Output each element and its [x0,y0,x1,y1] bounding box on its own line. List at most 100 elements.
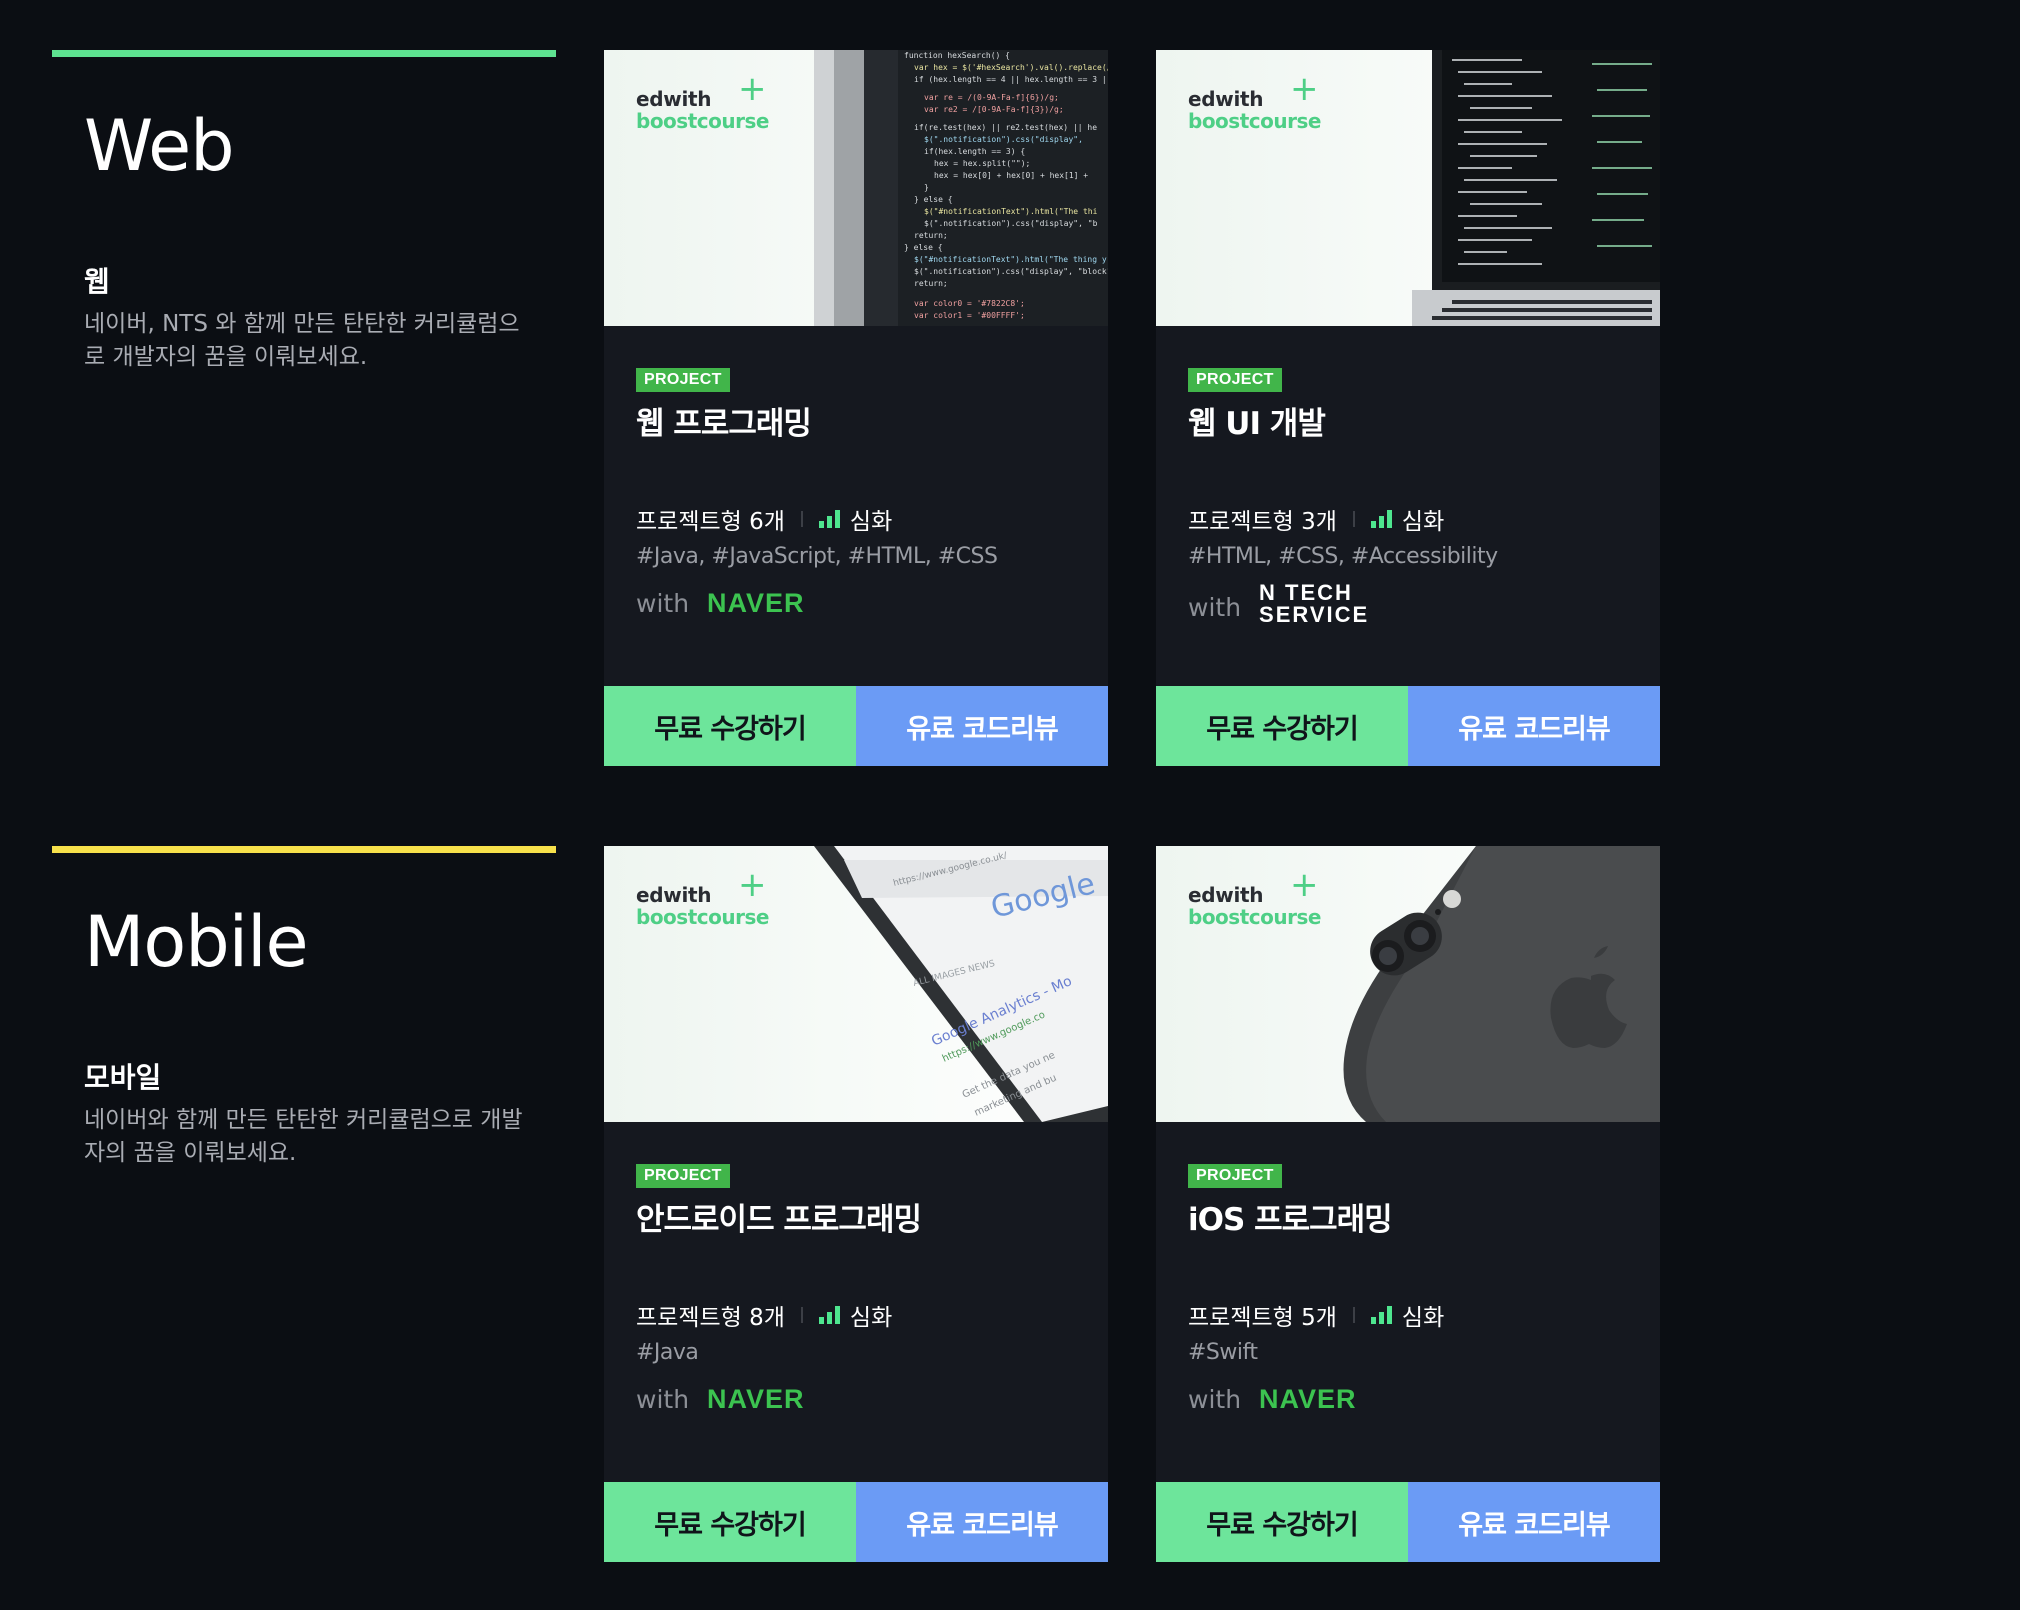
svg-text:$(".notification").css("displa: $(".notification").css("display", [924,135,1083,144]
svg-text:if (hex.length == 4 || hex.len: if (hex.length == 4 || hex.length == 3 |… [914,75,1108,84]
course-card-web-programming[interactable]: function hexSearch() { var hex = $('#hex… [604,50,1108,766]
with-label: with [636,1385,690,1414]
course-actions: 무료 수강하기 유료 코드리뷰 [1156,1482,1660,1562]
svg-text:var hex = $('#hexSearch').val(: var hex = $('#hexSearch').val().replace(… [914,63,1108,72]
section-subtitle: 웹 [84,265,110,298]
project-count: 프로젝트형 6개 [636,509,785,535]
free-enroll-button[interactable]: 무료 수강하기 [1156,686,1408,766]
plus-icon: + [738,69,767,109]
course-title[interactable]: iOS 프로그래밍 [1188,1194,1393,1239]
project-count: 프로젝트형 5개 [1188,1305,1337,1331]
section-mobile: Mobile 모바일 네이버와 함께 만든 탄탄한 커리큘럼으로 개발자의 꿈을… [0,846,2020,1562]
laptop-image [1412,50,1660,326]
course-tags: #Swift [1188,1340,1258,1365]
course-thumbnail[interactable]: edwith boostcourse + [1156,50,1660,326]
project-count: 프로젝트형 8개 [636,1305,785,1331]
svg-text:var re2 = /[0-9A-Fa-f]{3})/g;: var re2 = /[0-9A-Fa-f]{3})/g; [924,105,1064,114]
course-actions: 무료 수강하기 유료 코드리뷰 [604,686,1108,766]
nts-logo: N TECH SERVICE [1259,580,1370,627]
course-thumbnail[interactable]: https://www.google.co.uk/ Google ALL IMA… [604,846,1108,1122]
iphone-image [1343,846,1660,1122]
code-monitor-image: function hexSearch() { var hex = $('#hex… [814,50,1108,326]
course-tags: #HTML, #CSS, #Accessibility [1188,544,1498,569]
paid-code-review-button[interactable]: 유료 코드리뷰 [1408,1482,1660,1562]
divider [1352,511,1355,527]
svg-text:hex = hex[0] + hex[0] + hex[1]: hex = hex[0] + hex[0] + hex[1] + [934,171,1088,180]
partner-info: with NAVER [636,588,805,619]
svg-text:var re = /(0-9A-Fa-f]{6})/g;: var re = /(0-9A-Fa-f]{6})/g; [924,93,1059,102]
course-title[interactable]: 안드로이드 프로그래밍 [636,1194,922,1239]
accent-bar [52,846,556,853]
paid-code-review-button[interactable]: 유료 코드리뷰 [1408,686,1660,766]
course-meta: 프로젝트형 8개 심화 [636,1298,892,1332]
course-level: 심화 [1401,1305,1445,1331]
svg-text:$("#notificationText").html("T: $("#notificationText").html("The thing y [914,255,1107,264]
course-level: 심화 [849,1305,893,1331]
divider [800,511,803,527]
boostcourse-logo: edwith boostcourse + [636,69,769,133]
plus-icon: + [1290,69,1319,109]
course-tags: #Java, #JavaScript, #HTML, #CSS [636,544,998,569]
boostcourse-logo: edwith boostcourse + [1188,69,1321,133]
level-bars-icon [1370,510,1392,528]
svg-text:function hexSearch() {: function hexSearch() { [904,51,1010,60]
svg-text:var color1 = '#00FFFF';: var color1 = '#00FFFF'; [914,311,1025,320]
course-level: 심화 [1401,509,1445,535]
course-level: 심화 [849,509,893,535]
section-description: 네이버, NTS 와 함께 만든 탄탄한 커리큘럼으로 개발자의 꿈을 이뤄보세… [84,311,520,370]
course-meta: 프로젝트형 5개 심화 [1188,1298,1444,1332]
plus-icon: + [1290,865,1319,905]
plus-icon: + [738,865,767,905]
section-description: 네이버와 함께 만든 탄탄한 커리큘럼으로 개발자의 꿈을 이뤄보세요. [84,1107,523,1166]
course-card-android[interactable]: https://www.google.co.uk/ Google ALL IMA… [604,846,1108,1562]
svg-text:} else {: } else { [904,243,943,252]
partner-info: with N TECH SERVICE [1188,582,1369,626]
section-web: Web 웹 네이버, NTS 와 함께 만든 탄탄한 커리큘럼으로 개발자의 꿈… [0,50,2020,766]
paid-code-review-button[interactable]: 유료 코드리뷰 [856,1482,1108,1562]
svg-text:if(hex.length == 3) {: if(hex.length == 3) { [924,147,1025,156]
course-meta: 프로젝트형 3개 심화 [1188,502,1444,536]
free-enroll-button[interactable]: 무료 수강하기 [604,1482,856,1562]
with-label: with [636,589,690,618]
divider [800,1307,803,1323]
svg-text:$(".notification").css("displa: $(".notification").css("display", "b [924,219,1098,228]
course-title[interactable]: 웹 UI 개발 [1188,398,1326,443]
divider [1352,1307,1355,1323]
svg-text:} else {: } else { [914,195,953,204]
course-meta: 프로젝트형 6개 심화 [636,502,892,536]
level-bars-icon [818,1306,840,1324]
section-header: Web 웹 네이버, NTS 와 함께 만든 탄탄한 커리큘럼으로 개발자의 꿈… [52,50,556,370]
svg-text:if(re.test(hex) || re2.test(he: if(re.test(hex) || re2.test(hex) || he [914,123,1097,132]
course-actions: 무료 수강하기 유료 코드리뷰 [1156,686,1660,766]
section-subtitle: 모바일 [84,1061,162,1094]
course-thumbnail[interactable]: edwith boostcourse + [1156,846,1660,1122]
with-label: with [1188,592,1242,622]
free-enroll-button[interactable]: 무료 수강하기 [1156,1482,1408,1562]
level-bars-icon [818,510,840,528]
course-card-web-ui[interactable]: edwith boostcourse + PROJECT 웹 UI 개발 프로젝… [1156,50,1660,766]
project-count: 프로젝트형 3개 [1188,509,1337,535]
svg-text:return;: return; [914,279,948,288]
course-card-ios[interactable]: edwith boostcourse + PROJECT iOS 프로그래밍 프… [1156,846,1660,1562]
course-thumbnail[interactable]: function hexSearch() { var hex = $('#hex… [604,50,1108,326]
svg-text:$("#notificationText").html("T: $("#notificationText").html("The thi [924,207,1098,216]
svg-text:$(".notification").css("displa: $(".notification").css("display", "block… [914,267,1108,276]
svg-text:var color0 = '#7822C8';: var color0 = '#7822C8'; [914,299,1025,308]
project-badge: PROJECT [636,368,730,392]
paid-code-review-button[interactable]: 유료 코드리뷰 [856,686,1108,766]
course-actions: 무료 수강하기 유료 코드리뷰 [604,1482,1108,1562]
course-tags: #Java [636,1340,699,1365]
svg-text:hex = hex.split("");: hex = hex.split(""); [934,159,1030,168]
section-header: Mobile 모바일 네이버와 함께 만든 탄탄한 커리큘럼으로 개발자의 꿈을… [52,846,556,1166]
phone-google-image: https://www.google.co.uk/ Google ALL IMA… [814,846,1108,1122]
partner-info: with NAVER [1188,1384,1357,1415]
with-label: with [1188,1385,1242,1414]
free-enroll-button[interactable]: 무료 수강하기 [604,686,856,766]
course-title[interactable]: 웹 프로그래밍 [636,398,812,443]
project-badge: PROJECT [1188,1164,1282,1188]
level-bars-icon [1370,1306,1392,1324]
partner-info: with NAVER [636,1384,805,1415]
section-title: Mobile [84,901,309,983]
naver-logo: NAVER [1259,1384,1357,1414]
svg-text:return;: return; [914,231,948,240]
